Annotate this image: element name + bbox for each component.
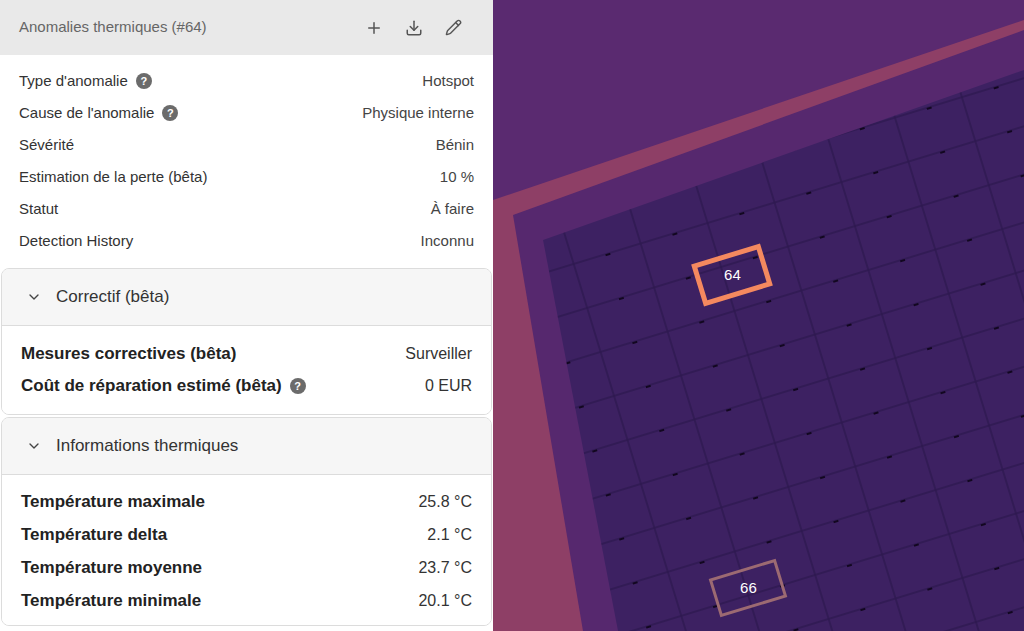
property-row: Detection HistoryInconnu: [19, 225, 474, 257]
edit-icon[interactable]: [445, 19, 462, 36]
section-card: Correctif (bêta)Mesures correctives (bêt…: [1, 268, 492, 415]
thermal-map[interactable]: 6466: [493, 0, 1024, 631]
section-row: Température moyenne23.7 °C: [21, 551, 472, 584]
property-row: SévéritéBénin: [19, 129, 474, 161]
help-icon[interactable]: ?: [290, 378, 306, 394]
panel-header: Anomalies thermiques (#64): [0, 0, 493, 55]
download-icon[interactable]: [405, 19, 423, 37]
property-row: Cause de l'anomalie?Physique interne: [19, 97, 474, 129]
section-card: Informations thermiquesTempérature maxim…: [1, 417, 492, 626]
property-row: Type d'anomalie?Hotspot: [19, 65, 474, 97]
help-icon[interactable]: ?: [162, 105, 178, 121]
chevron-icon[interactable]: [26, 289, 42, 305]
section-row: Température delta2.1 °C: [21, 518, 472, 551]
section-row: Mesures correctives (bêta)Surveiller: [21, 338, 472, 370]
property-row: Estimation de la perte (bêta)10 %: [19, 161, 474, 193]
section-row: Température maximale25.8 °C: [21, 485, 472, 518]
thermal-image-icon: [493, 0, 1024, 631]
section-header[interactable]: Correctif (bêta): [2, 269, 491, 326]
property-row: StatutÀ faire: [19, 193, 474, 225]
help-icon[interactable]: ?: [136, 73, 152, 89]
section-body: Température maximale25.8 °CTempérature d…: [2, 475, 491, 625]
section-row: Coût de réparation estimé (bêta)?0 EUR: [21, 370, 472, 402]
section-body: Mesures correctives (bêta)SurveillerCoût…: [2, 326, 491, 414]
add-icon[interactable]: [365, 19, 383, 37]
chevron-icon[interactable]: [26, 438, 42, 454]
app: Anomalies thermiques (#64)Type d'anomali…: [0, 0, 1024, 631]
property-list: Type d'anomalie?HotspotCause de l'anomal…: [0, 55, 493, 257]
section-row: Température minimale20.1 °C: [21, 584, 472, 617]
details-panel: Anomalies thermiques (#64)Type d'anomali…: [0, 0, 493, 631]
section-header[interactable]: Informations thermiques: [2, 418, 491, 475]
